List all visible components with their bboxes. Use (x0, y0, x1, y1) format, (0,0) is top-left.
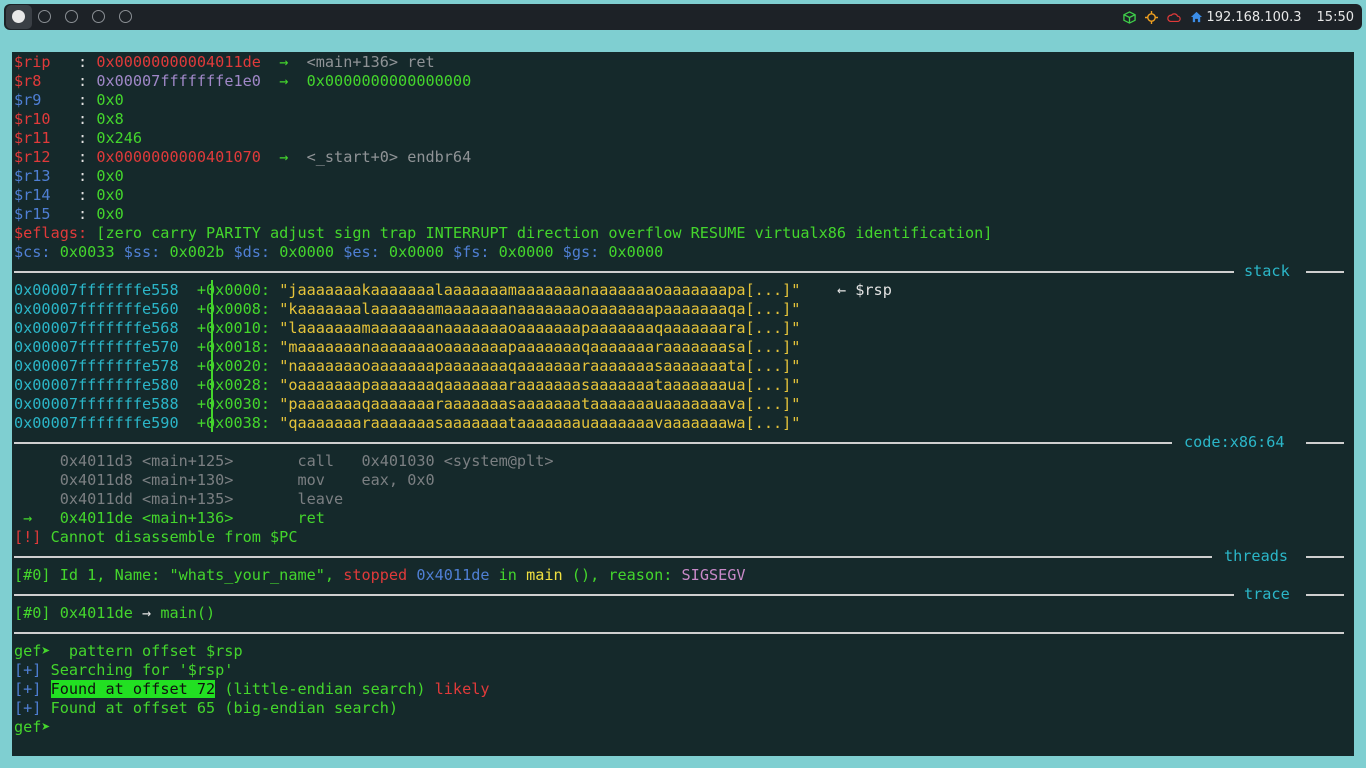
register-line-r10: $r10 : 0x8 (14, 110, 124, 128)
section-header-stack: stack (14, 262, 1344, 281)
workspace-1-indicator[interactable] (12, 10, 25, 23)
home-icon (1190, 11, 1203, 23)
stack-row: 0x00007fffffffe578 +0x0020: "naaaaaaaoaa… (14, 357, 801, 375)
ip-indicator[interactable]: 192.168.100.3 (1190, 9, 1302, 25)
ip-address: 192.168.100.3 (1206, 9, 1302, 25)
section-header-trace: trace (14, 585, 1344, 604)
clock[interactable]: 15:50 (1317, 10, 1354, 25)
stack-row: 0x00007fffffffe570 +0x0018: "maaaaaaanaa… (14, 338, 801, 356)
code-line-current: → 0x4011de <main+136> ret (14, 509, 362, 527)
register-line-r13: $r13 : 0x0 (14, 167, 124, 185)
output-line: [+] Found at offset 72 (little-endian se… (14, 680, 490, 698)
register-line-r8: $r8 : 0x00007fffffffe1e0 → 0x00000000000… (14, 72, 472, 90)
top-panel: 192.168.100.3 15:50 (4, 4, 1362, 30)
output-line: [+] Searching for '$rsp' (14, 661, 234, 679)
workspace-4-indicator[interactable] (92, 10, 105, 23)
stack-row: 0x00007fffffffe568 +0x0010: "laaaaaaamaa… (14, 319, 801, 337)
code-error-line: [!] Cannot disassemble from $PC (14, 528, 298, 546)
command-line[interactable]: gef➤ pattern offset $rsp (14, 642, 243, 661)
register-line-r15: $r15 : 0x0 (14, 205, 124, 223)
section-label-trace: trace (1244, 585, 1290, 603)
prompt-line[interactable]: gef➤ (14, 718, 51, 737)
system-tray: 192.168.100.3 15:50 (1123, 4, 1354, 30)
cube-icon[interactable] (1123, 10, 1137, 24)
section-label-threads: threads (1224, 547, 1289, 565)
workspace-3-indicator[interactable] (65, 10, 78, 23)
eflags-line: $eflags: [zero carry PARITY adjust sign … (14, 224, 993, 242)
segments-line: $cs: 0x0033 $ss: 0x002b $ds: 0x0000 $es:… (14, 243, 664, 261)
code-line: 0x4011dd <main+135> leave (41, 490, 362, 508)
crosshair-icon[interactable] (1145, 10, 1159, 24)
section-header-code: code:x86:64 (14, 433, 1344, 452)
code-line: 0x4011d3 <main+125> call 0x401030 <syste… (41, 452, 554, 470)
stack-row: 0x00007fffffffe580 +0x0028: "oaaaaaaapaa… (14, 376, 801, 394)
register-line-rip: $rip : 0x00000000004011de → <main+136> r… (14, 53, 435, 71)
register-line-r11: $r11 : 0x246 (14, 129, 143, 147)
output-line: [+] Found at offset 65 (big-endian searc… (14, 699, 399, 717)
stack-row: 0x00007fffffffe590 +0x0038: "qaaaaaaaraa… (14, 414, 801, 432)
register-line-r12: $r12 : 0x0000000000401070 → <_start+0> e… (14, 148, 472, 166)
section-header-threads: threads (14, 547, 1344, 566)
code-line: 0x4011d8 <main+130> mov eax, 0x0 (41, 471, 435, 489)
trace-line: [#0] 0x4011de → main() (14, 604, 216, 622)
section-label-stack: stack (1244, 262, 1290, 280)
stack-row: 0x00007fffffffe558 +0x0000: "jaaaaaaakaa… (14, 281, 892, 299)
terminal-window[interactable]: $rip : 0x00000000004011de → <main+136> r… (12, 52, 1354, 756)
stack-row: 0x00007fffffffe560 +0x0008: "kaaaaaaalaa… (14, 300, 801, 318)
register-line-r9: $r9 : 0x0 (14, 91, 124, 109)
cloud-icon[interactable] (1167, 12, 1182, 23)
workspace-5-indicator[interactable] (119, 10, 132, 23)
workspace-2-indicator[interactable] (38, 10, 51, 23)
register-line-r14: $r14 : 0x0 (14, 186, 124, 204)
stack-row: 0x00007fffffffe588 +0x0030: "paaaaaaaqaa… (14, 395, 801, 413)
thread-line: [#0] Id 1, Name: "whats_your_name", stop… (14, 566, 746, 584)
section-label-code: code:x86:64 (1184, 433, 1285, 451)
section-footer (14, 623, 1344, 642)
